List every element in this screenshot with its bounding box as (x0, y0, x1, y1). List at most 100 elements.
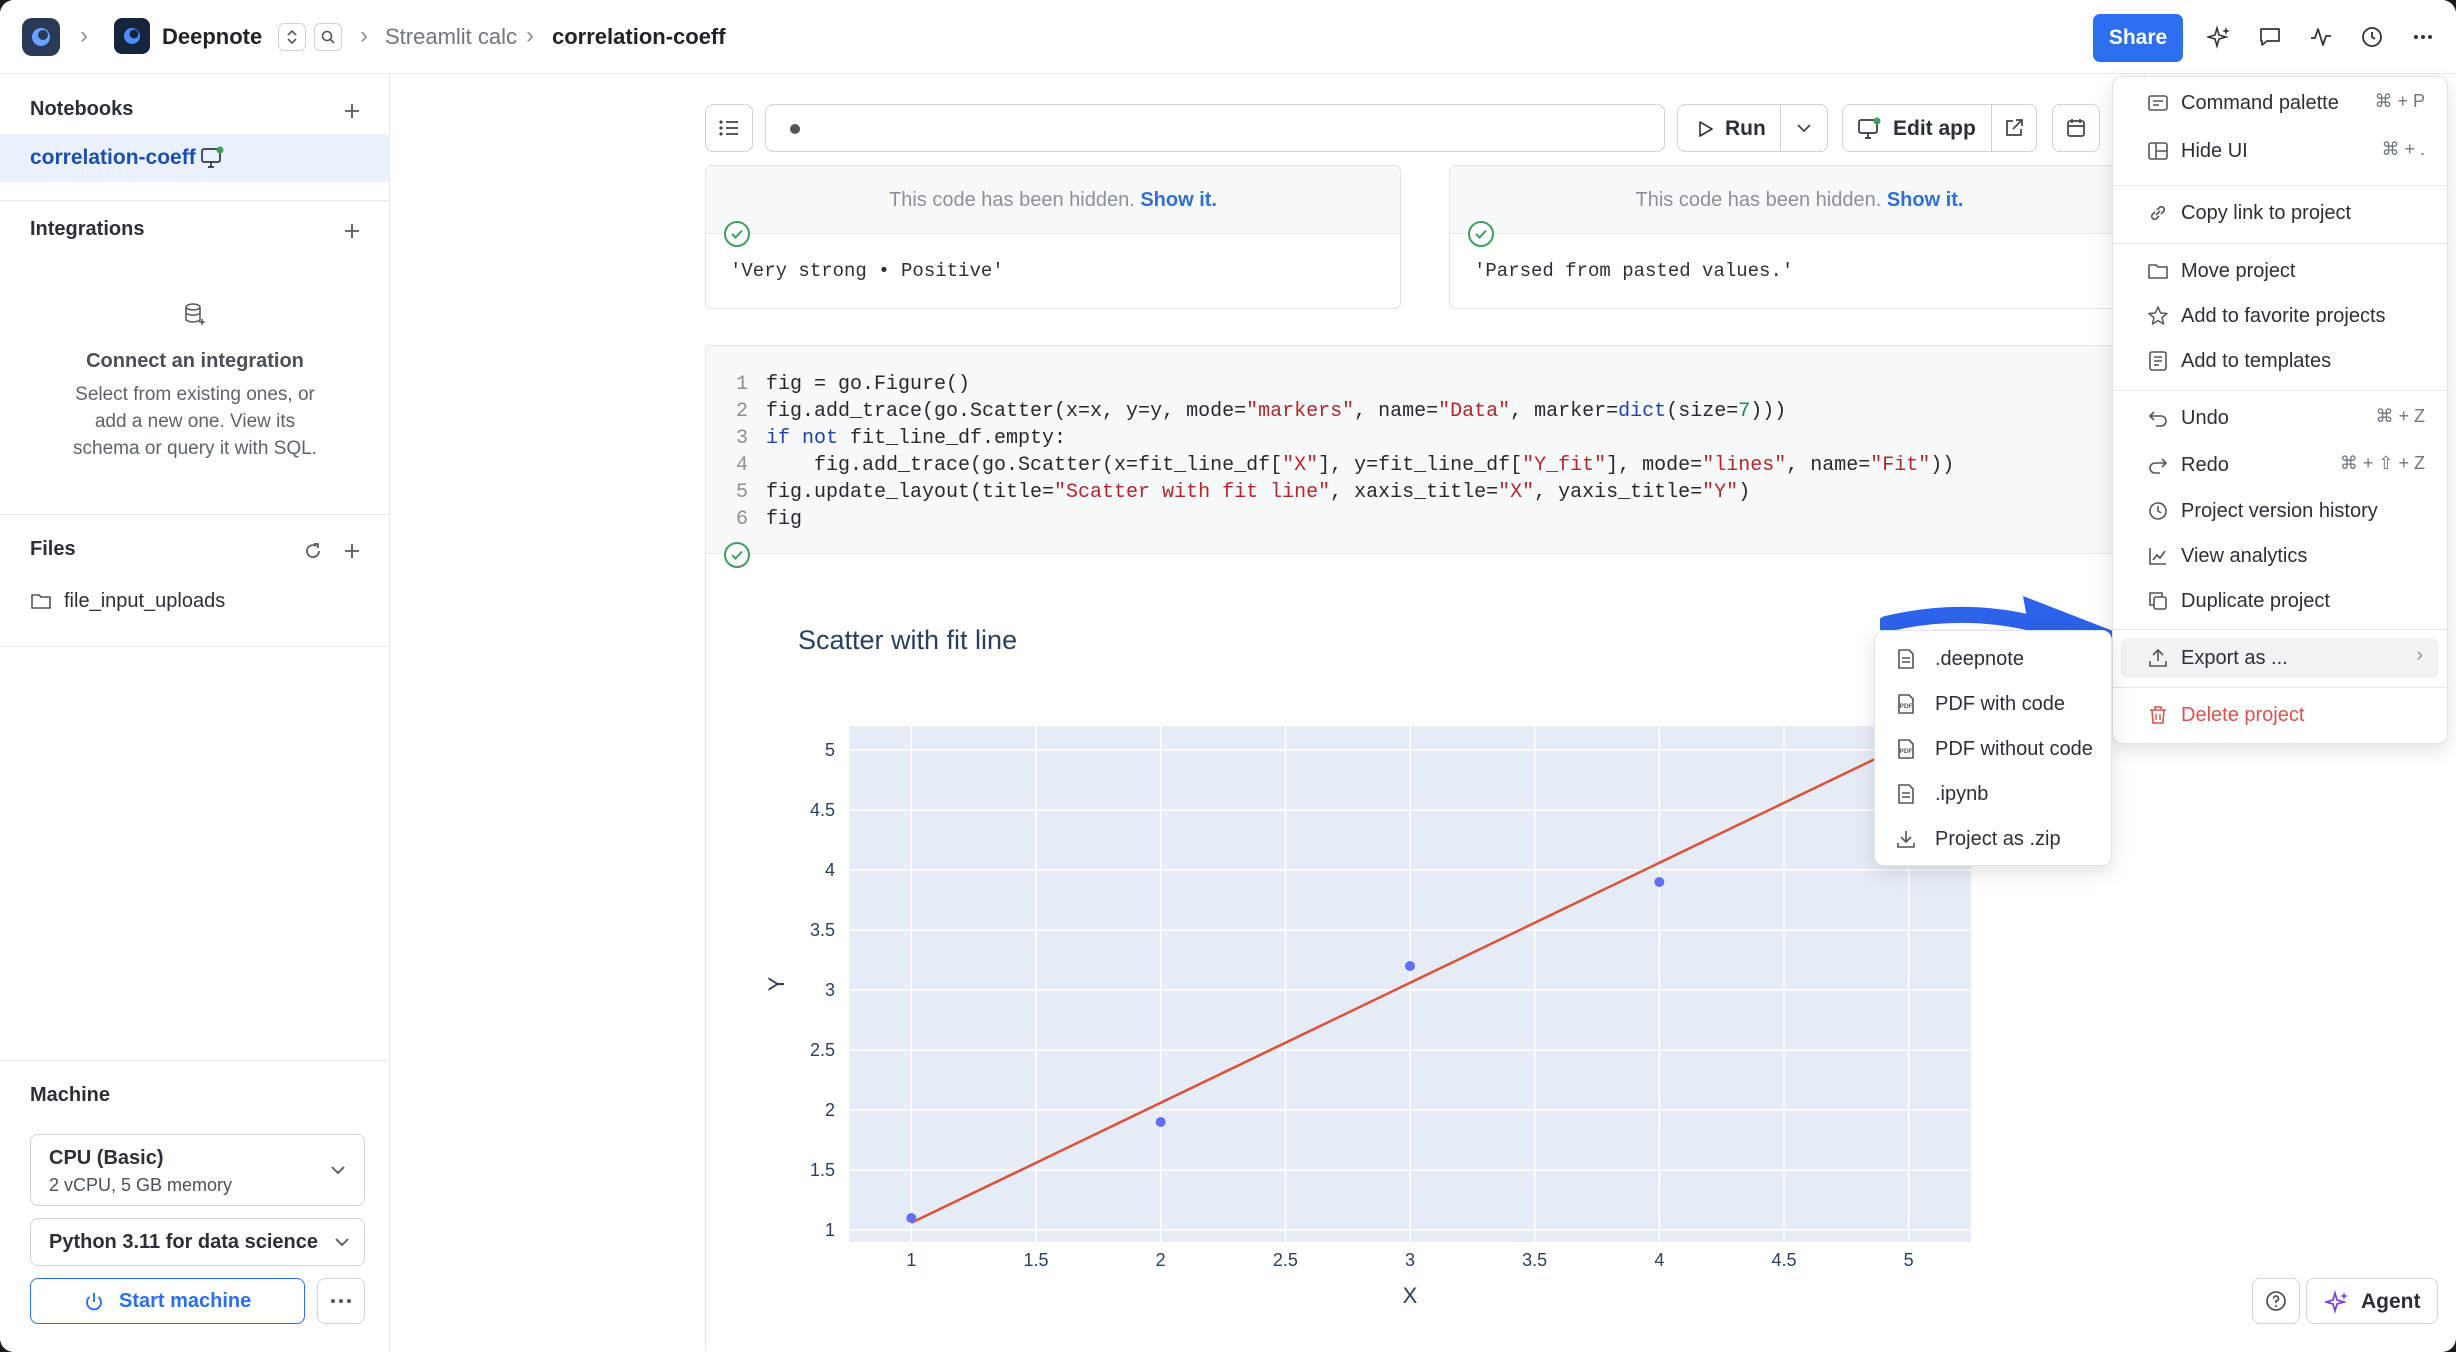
chevron-down-icon (329, 1161, 347, 1184)
submenu-item-label: PDF without code (1935, 738, 2093, 760)
menu-item-version-history[interactable]: Project version history (2121, 491, 2439, 531)
export-ipynb[interactable]: .ipynb (1883, 774, 2105, 814)
cell-title-input[interactable] (765, 104, 1665, 152)
menu-item-export-as[interactable]: Export as ... › (2121, 638, 2439, 678)
y-tick-label: 2 (825, 1100, 835, 1120)
open-app-external-button[interactable] (1991, 104, 2037, 152)
success-check-icon (724, 542, 750, 568)
line-number: 5 (735, 481, 748, 504)
sidebar-divider (0, 514, 390, 515)
menu-item-delete-project[interactable]: Delete project (2121, 695, 2439, 735)
app-monitor-icon (200, 146, 226, 170)
share-button[interactable]: Share (2093, 14, 2183, 62)
notebook-item-label: correlation-coeff (30, 146, 196, 169)
menu-item-label: Move project (2181, 260, 2296, 282)
schedule-button[interactable] (2052, 104, 2100, 152)
menu-item-label: Add to favorite projects (2181, 305, 2386, 327)
export-project-zip[interactable]: Project as .zip (1883, 819, 2105, 859)
start-machine-button[interactable]: Start machine (30, 1278, 305, 1324)
workspace-icon[interactable] (114, 18, 150, 54)
command-palette-icon (2148, 95, 2168, 111)
pdf-file-icon: PDF (1898, 739, 1914, 759)
x-tick-label: 4 (1654, 1250, 1664, 1270)
show-code-link[interactable]: Show it. (1887, 189, 1964, 211)
breadcrumb-chevron-icon: › (526, 22, 534, 49)
app-monitor-icon (1858, 117, 1881, 139)
add-file-plus-icon[interactable] (339, 538, 365, 564)
data-point (1155, 1117, 1166, 1127)
trash-icon (2150, 706, 2166, 724)
sparkles-icon (2325, 1290, 2348, 1314)
python-environment-select[interactable]: Python 3.11 for data science (30, 1218, 365, 1266)
layout-icon (2148, 142, 2168, 160)
menu-item-duplicate-project[interactable]: Duplicate project (2121, 581, 2439, 621)
submenu-item-label: .ipynb (1935, 783, 1989, 805)
activity-icon[interactable] (2306, 22, 2336, 52)
power-icon (83, 1291, 105, 1313)
run-button[interactable]: Run (1677, 104, 1781, 152)
export-deepnote[interactable]: .deepnote (1883, 639, 2105, 679)
file-item[interactable]: file_input_uploads (0, 584, 389, 620)
svg-text:PDF: PDF (1900, 703, 1913, 710)
menu-item-copy-link[interactable]: Copy link to project (2121, 193, 2439, 233)
menu-item-add-templates[interactable]: Add to templates (2121, 341, 2439, 381)
menu-item-add-favorite[interactable]: Add to favorite projects (2121, 296, 2439, 336)
cell-output-text: 'Parsed from pasted values.' (1474, 260, 1794, 282)
x-tick-label: 4.5 (1771, 1250, 1796, 1270)
folder-icon (30, 590, 52, 612)
machine-more-button[interactable] (317, 1278, 365, 1324)
svg-text:PDF: PDF (1900, 748, 1913, 755)
y-tick-label: 2.5 (810, 1040, 835, 1060)
menu-item-redo[interactable]: Redo ⌘ + ⇧ + Z (2121, 445, 2439, 485)
help-button[interactable] (2252, 1278, 2300, 1324)
menu-item-undo[interactable]: Undo ⌘ + Z (2121, 398, 2439, 438)
switch-workspace-button[interactable] (278, 23, 306, 51)
run-label: Run (1725, 117, 1766, 140)
connect-integration-title: Connect an integration (86, 350, 304, 372)
notebook-item-correlation-coeff[interactable]: correlation-coeff (0, 134, 389, 182)
breadcrumb-project[interactable]: Streamlit calc (385, 22, 517, 52)
export-pdf-without-code[interactable]: PDF PDF without code (1883, 729, 2105, 769)
machine-select[interactable]: CPU (Basic) 2 vCPU, 5 GB memory (30, 1134, 365, 1206)
deepnote-logo-icon[interactable] (22, 18, 60, 56)
edit-app-button[interactable]: Edit app (1842, 104, 1992, 152)
refresh-files-icon[interactable] (300, 538, 326, 564)
hidden-code-cell: This code has been hidden. Show it. 'Ver… (705, 165, 1401, 309)
menu-item-label: View analytics (2181, 545, 2308, 567)
y-tick-label: 1.5 (810, 1160, 835, 1180)
comments-icon[interactable] (2255, 22, 2285, 52)
breadcrumb-chevron-icon: › (80, 22, 88, 49)
workspace-name[interactable]: Deepnote (162, 22, 262, 52)
notebook-file-icon (1898, 784, 1914, 804)
app-window: › Deepnote › Streamlit calc › correlatio… (0, 0, 2456, 1352)
menu-item-shortcut: ⌘ + . (2381, 139, 2425, 159)
run-options-button[interactable] (1780, 104, 1828, 152)
menu-item-command-palette[interactable]: Command palette ⌘ + P (2121, 83, 2439, 123)
redo-icon (2149, 458, 2168, 474)
export-pdf-with-code[interactable]: PDF PDF with code (1883, 684, 2105, 724)
show-code-link[interactable]: Show it. (1140, 189, 1217, 211)
ai-sparkles-icon[interactable] (2204, 22, 2234, 52)
history-icon[interactable] (2357, 22, 2387, 52)
breadcrumb-notebook[interactable]: correlation-coeff (552, 22, 726, 52)
upload-icon (2149, 648, 2167, 667)
more-options-icon[interactable] (2408, 22, 2438, 52)
menu-item-view-analytics[interactable]: View analytics (2121, 536, 2439, 576)
success-check-icon (1468, 221, 1494, 247)
menu-item-label: Add to templates (2181, 350, 2332, 372)
add-integration-plus-icon[interactable] (339, 218, 365, 244)
hidden-code-message: This code has been hidden. Show it. (1450, 166, 2149, 234)
menu-item-move-project[interactable]: Move project (2121, 251, 2439, 291)
data-point (1405, 961, 1415, 971)
add-notebook-plus-icon[interactable] (339, 98, 365, 124)
outline-toggle-button[interactable] (705, 104, 753, 152)
search-icon[interactable] (314, 23, 342, 51)
agent-button[interactable]: Agent (2306, 1278, 2438, 1324)
menu-divider (2113, 390, 2449, 391)
data-point (1654, 877, 1665, 887)
success-check-icon (724, 221, 750, 247)
code-editor[interactable]: 1 fig = go.Figure() 2 fig.add_trace(go.Sca… (706, 346, 2150, 554)
menu-item-hide-ui[interactable]: Hide UI ⌘ + . (2121, 131, 2439, 171)
python-environment-label: Python 3.11 for data science (49, 1231, 318, 1253)
line-number: 1 (735, 373, 748, 396)
